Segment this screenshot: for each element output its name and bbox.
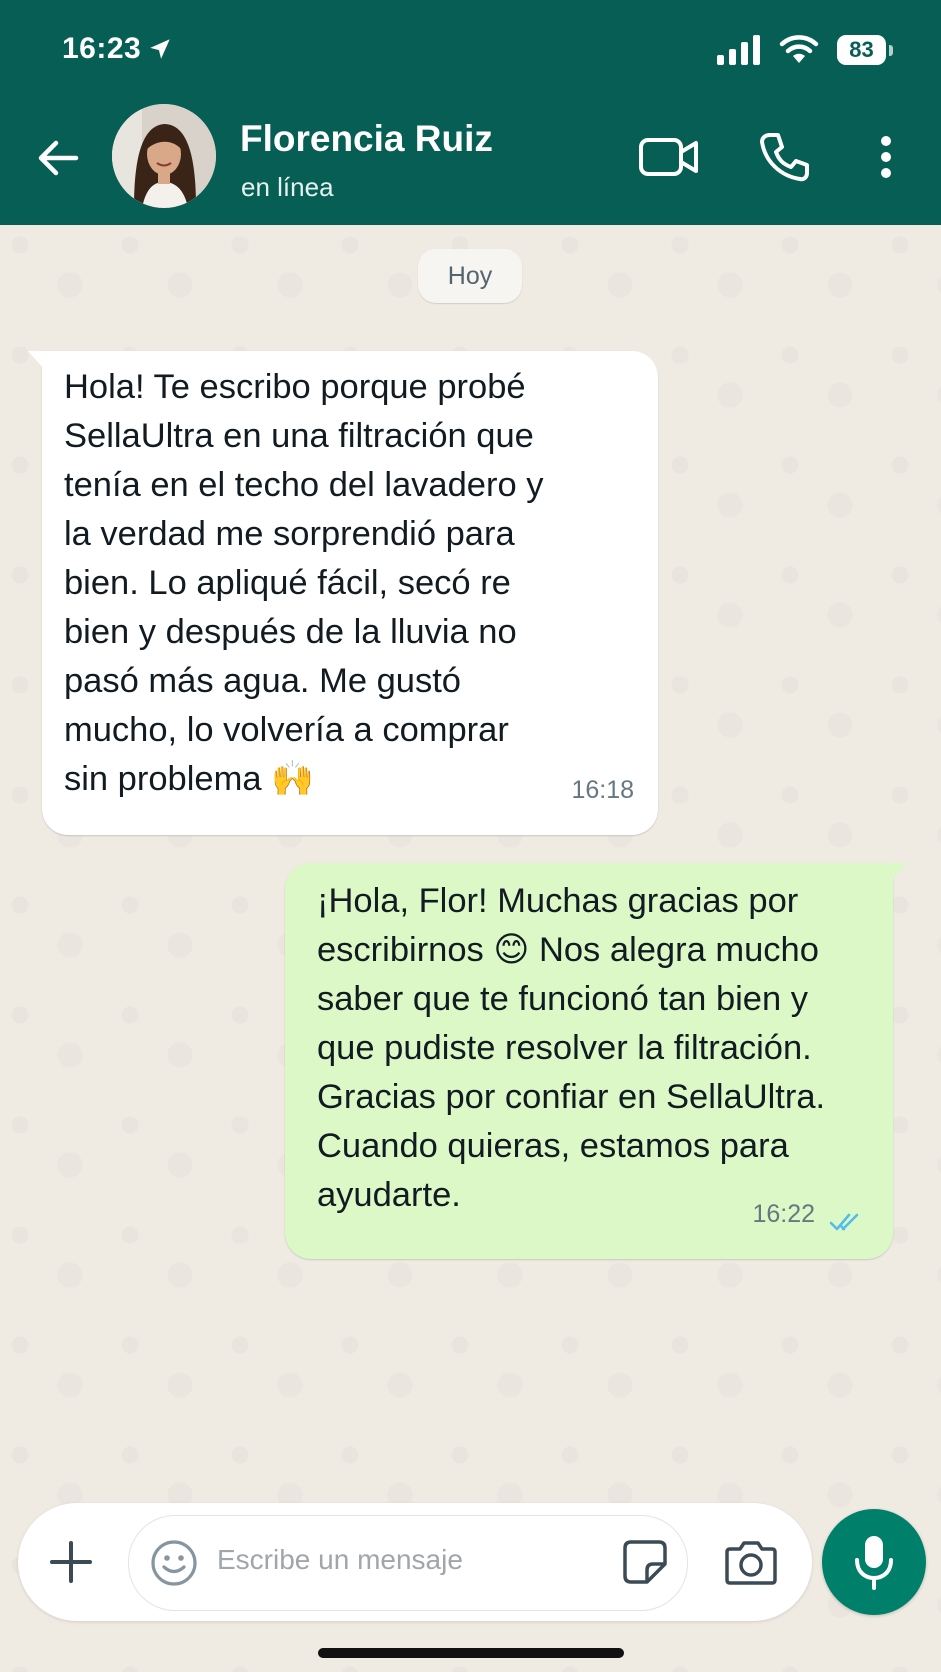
camera-icon[interactable] [724,1539,778,1585]
contact-name[interactable]: Florencia Ruiz [240,118,493,160]
battery-indicator: 83 [837,34,893,66]
message-text: Hola! Te escribo porque probé SellaUltra… [64,368,544,798]
back-button[interactable] [30,130,86,186]
message-time: 16:22 [752,1200,815,1228]
message-input[interactable]: Escribe un mensaje [128,1515,688,1611]
microphone-icon [855,1536,893,1590]
video-call-icon [639,138,698,176]
status-indicators: 83 [717,30,893,70]
contact-status: en línea [241,172,334,202]
voice-message-button[interactable] [822,1509,926,1615]
input-placeholder: Escribe un mensaje [217,1544,463,1575]
back-arrow-icon [38,140,79,176]
status-bar-time: 16:23 [62,32,173,66]
chat-area[interactable]: Hoy Hola! Te escribo porque probé SellaU… [0,225,941,1672]
message-composer: Escribe un mensaje [18,1503,812,1621]
video-call-button[interactable] [636,128,702,186]
avatar-image [112,104,216,208]
battery-level: 83 [837,35,887,65]
more-options-button[interactable] [864,128,908,186]
date-separator: Hoy [418,249,522,303]
avatar[interactable] [112,104,216,208]
more-vert-icon [881,136,891,178]
read-receipt-icon [829,1213,859,1231]
emoji-icon[interactable] [149,1538,199,1588]
chat-header: 16:23 83 Florencia Ruiz en línea [0,0,941,225]
wifi-icon [779,35,819,63]
message-time: 16:18 [571,776,634,804]
home-indicator [318,1648,624,1658]
phone-icon [760,133,809,182]
clock-text: 16:23 [62,32,142,65]
signal-icon [717,35,760,65]
battery-cap [889,44,893,56]
location-arrow-icon [150,39,170,59]
outgoing-message[interactable]: ¡Hola, Flor! Muchas gracias por escribir… [285,863,907,1259]
sticker-icon[interactable] [621,1538,669,1586]
message-text: ¡Hola, Flor! Muchas gracias por escribir… [317,882,826,1214]
plus-icon[interactable] [46,1537,96,1587]
incoming-message[interactable]: Hola! Te escribo porque probé SellaUltra… [28,351,658,835]
voice-call-button[interactable] [756,128,812,186]
